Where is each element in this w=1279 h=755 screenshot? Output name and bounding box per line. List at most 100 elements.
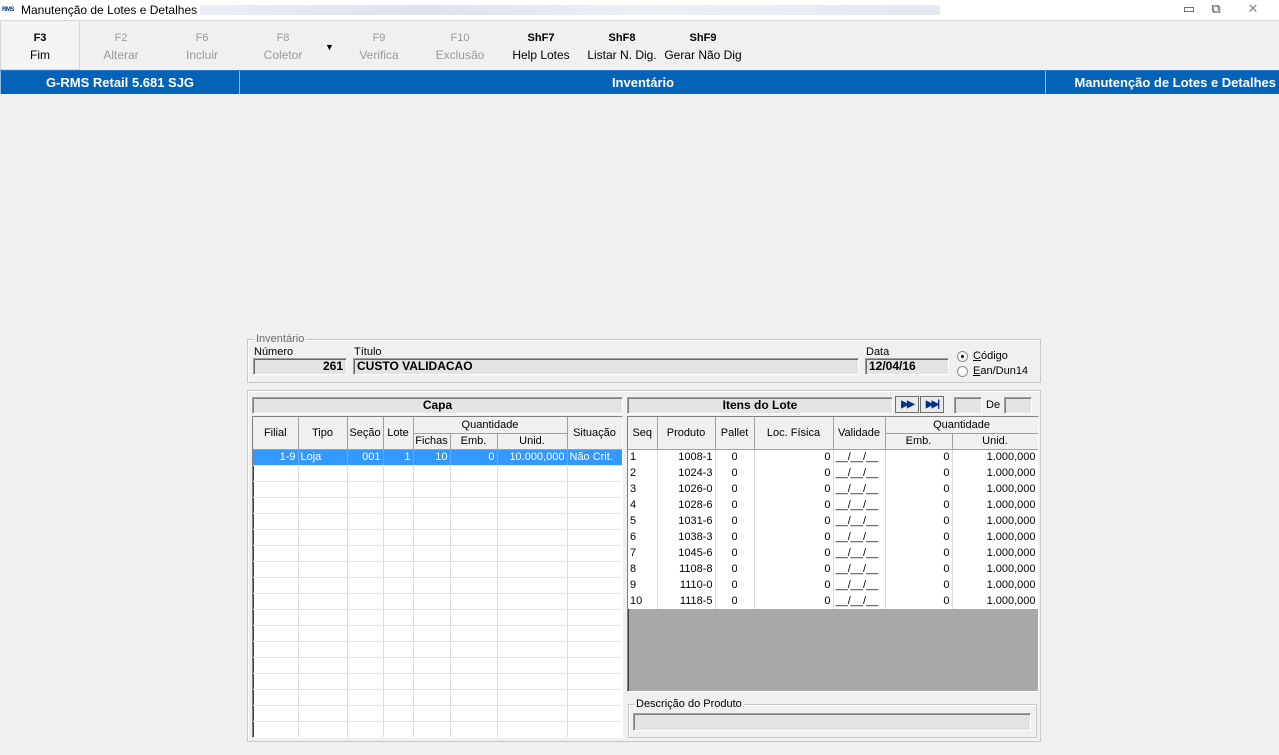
- empty-cell[interactable]: [383, 513, 414, 530]
- empty-cell[interactable]: [347, 625, 384, 642]
- empty-cell[interactable]: [450, 513, 498, 530]
- pallet-cell[interactable]: 0: [715, 513, 755, 529]
- empty-cell[interactable]: [347, 689, 384, 706]
- col-lote[interactable]: Lote: [383, 417, 414, 450]
- capa-empty-row[interactable]: [253, 609, 622, 626]
- empty-cell[interactable]: [450, 561, 498, 578]
- emb-cell[interactable]: 0: [885, 561, 953, 577]
- empty-cell[interactable]: [450, 609, 498, 626]
- empty-cell[interactable]: [347, 593, 384, 610]
- empty-cell[interactable]: [298, 529, 348, 546]
- col-unid[interactable]: Unid.: [952, 433, 1038, 450]
- produto-cell[interactable]: 1045-6: [657, 545, 716, 561]
- itens-row[interactable]: 4 1028-6 0 0 __/__/__ 0 1.000,000: [628, 497, 1038, 513]
- emb-cell[interactable]: 0: [885, 497, 953, 513]
- empty-cell[interactable]: [450, 673, 498, 690]
- produto-cell[interactable]: 1108-8: [657, 561, 716, 577]
- empty-cell[interactable]: [347, 705, 384, 722]
- empty-cell[interactable]: [298, 657, 348, 674]
- empty-cell[interactable]: [497, 513, 568, 530]
- empty-cell[interactable]: [298, 577, 348, 594]
- last-page-icon[interactable]: ▶▶|: [920, 396, 944, 413]
- empty-cell[interactable]: [567, 625, 622, 642]
- loc-cell[interactable]: 0: [754, 481, 834, 497]
- empty-cell[interactable]: [497, 465, 568, 482]
- empty-cell[interactable]: [383, 609, 414, 626]
- unid-cell[interactable]: 1.000,000: [952, 465, 1038, 481]
- empty-cell[interactable]: [298, 593, 348, 610]
- itens-row[interactable]: 5 1031-6 0 0 __/__/__ 0 1.000,000: [628, 513, 1038, 529]
- capa-empty-row[interactable]: [253, 641, 622, 658]
- pallet-cell[interactable]: 0: [715, 449, 755, 465]
- seq-cell[interactable]: 4: [628, 497, 658, 513]
- empty-cell[interactable]: [298, 721, 348, 737]
- capa-row[interactable]: 1-9 Loja 001 1 10 0 10.000,000 Não Crit.: [253, 449, 622, 466]
- empty-cell[interactable]: [497, 689, 568, 706]
- empty-cell[interactable]: [347, 657, 384, 674]
- empty-cell[interactable]: [413, 593, 451, 610]
- unid-cell[interactable]: 1.000,000: [952, 497, 1038, 513]
- seq-cell[interactable]: 10: [628, 593, 658, 609]
- pallet-cell[interactable]: 0: [715, 529, 755, 545]
- produto-cell[interactable]: 1028-6: [657, 497, 716, 513]
- empty-cell[interactable]: [567, 705, 622, 722]
- empty-cell[interactable]: [413, 609, 451, 626]
- col-fichas[interactable]: Fichas: [413, 433, 451, 450]
- empty-cell[interactable]: [413, 481, 451, 498]
- empty-cell[interactable]: [298, 625, 348, 642]
- empty-cell[interactable]: [567, 641, 622, 658]
- listar-n-dig-button[interactable]: ShF8 Listar N. Dig.: [582, 22, 662, 70]
- validade-cell[interactable]: __/__/__: [833, 481, 886, 497]
- empty-cell[interactable]: [413, 673, 451, 690]
- minimize-button[interactable]: ▭: [1177, 0, 1201, 20]
- produto-cell[interactable]: 1118-5: [657, 593, 716, 609]
- pallet-cell[interactable]: 0: [715, 497, 755, 513]
- loc-cell[interactable]: 0: [754, 577, 834, 593]
- itens-row[interactable]: 2 1024-3 0 0 __/__/__ 0 1.000,000: [628, 465, 1038, 481]
- emb-cell[interactable]: 0: [885, 529, 953, 545]
- col-pallet[interactable]: Pallet: [715, 417, 755, 450]
- capa-empty-row[interactable]: [253, 561, 622, 578]
- seq-cell[interactable]: 6: [628, 529, 658, 545]
- empty-cell[interactable]: [383, 657, 414, 674]
- capa-empty-row[interactable]: [253, 513, 622, 530]
- empty-cell[interactable]: [383, 545, 414, 562]
- col-emb[interactable]: Emb.: [885, 433, 953, 450]
- empty-cell[interactable]: [347, 561, 384, 578]
- empty-cell[interactable]: [450, 705, 498, 722]
- empty-cell[interactable]: [253, 513, 299, 530]
- emb-cell[interactable]: 0: [885, 513, 953, 529]
- empty-cell[interactable]: [567, 721, 622, 737]
- empty-cell[interactable]: [298, 561, 348, 578]
- capa-empty-row[interactable]: [253, 577, 622, 594]
- empty-cell[interactable]: [253, 625, 299, 642]
- page-current-field[interactable]: [954, 397, 982, 414]
- produto-cell[interactable]: 1038-3: [657, 529, 716, 545]
- produto-cell[interactable]: 1008-1: [657, 449, 716, 465]
- empty-cell[interactable]: [383, 705, 414, 722]
- emb-cell[interactable]: 0: [885, 465, 953, 481]
- capa-empty-row[interactable]: [253, 673, 622, 690]
- empty-cell[interactable]: [253, 673, 299, 690]
- unid-cell[interactable]: 1.000,000: [952, 513, 1038, 529]
- empty-cell[interactable]: [413, 561, 451, 578]
- col-situacao[interactable]: Situação: [567, 417, 622, 450]
- capa-empty-row[interactable]: [253, 625, 622, 642]
- empty-cell[interactable]: [450, 721, 498, 737]
- empty-cell[interactable]: [497, 625, 568, 642]
- empty-cell[interactable]: [413, 705, 451, 722]
- exclusao-button[interactable]: F10 Exclusão: [421, 22, 499, 70]
- capa-empty-row[interactable]: [253, 529, 622, 546]
- empty-cell[interactable]: [298, 641, 348, 658]
- fim-button[interactable]: F3 Fim: [0, 22, 80, 70]
- empty-cell[interactable]: [298, 673, 348, 690]
- empty-cell[interactable]: [567, 609, 622, 626]
- empty-cell[interactable]: [413, 465, 451, 482]
- capa-empty-row[interactable]: [253, 721, 622, 737]
- empty-cell[interactable]: [347, 513, 384, 530]
- tipo-cell[interactable]: Loja: [298, 449, 348, 466]
- unid-cell[interactable]: 1.000,000: [952, 529, 1038, 545]
- empty-cell[interactable]: [497, 545, 568, 562]
- col-seq[interactable]: Seq: [628, 417, 658, 450]
- empty-cell[interactable]: [253, 497, 299, 514]
